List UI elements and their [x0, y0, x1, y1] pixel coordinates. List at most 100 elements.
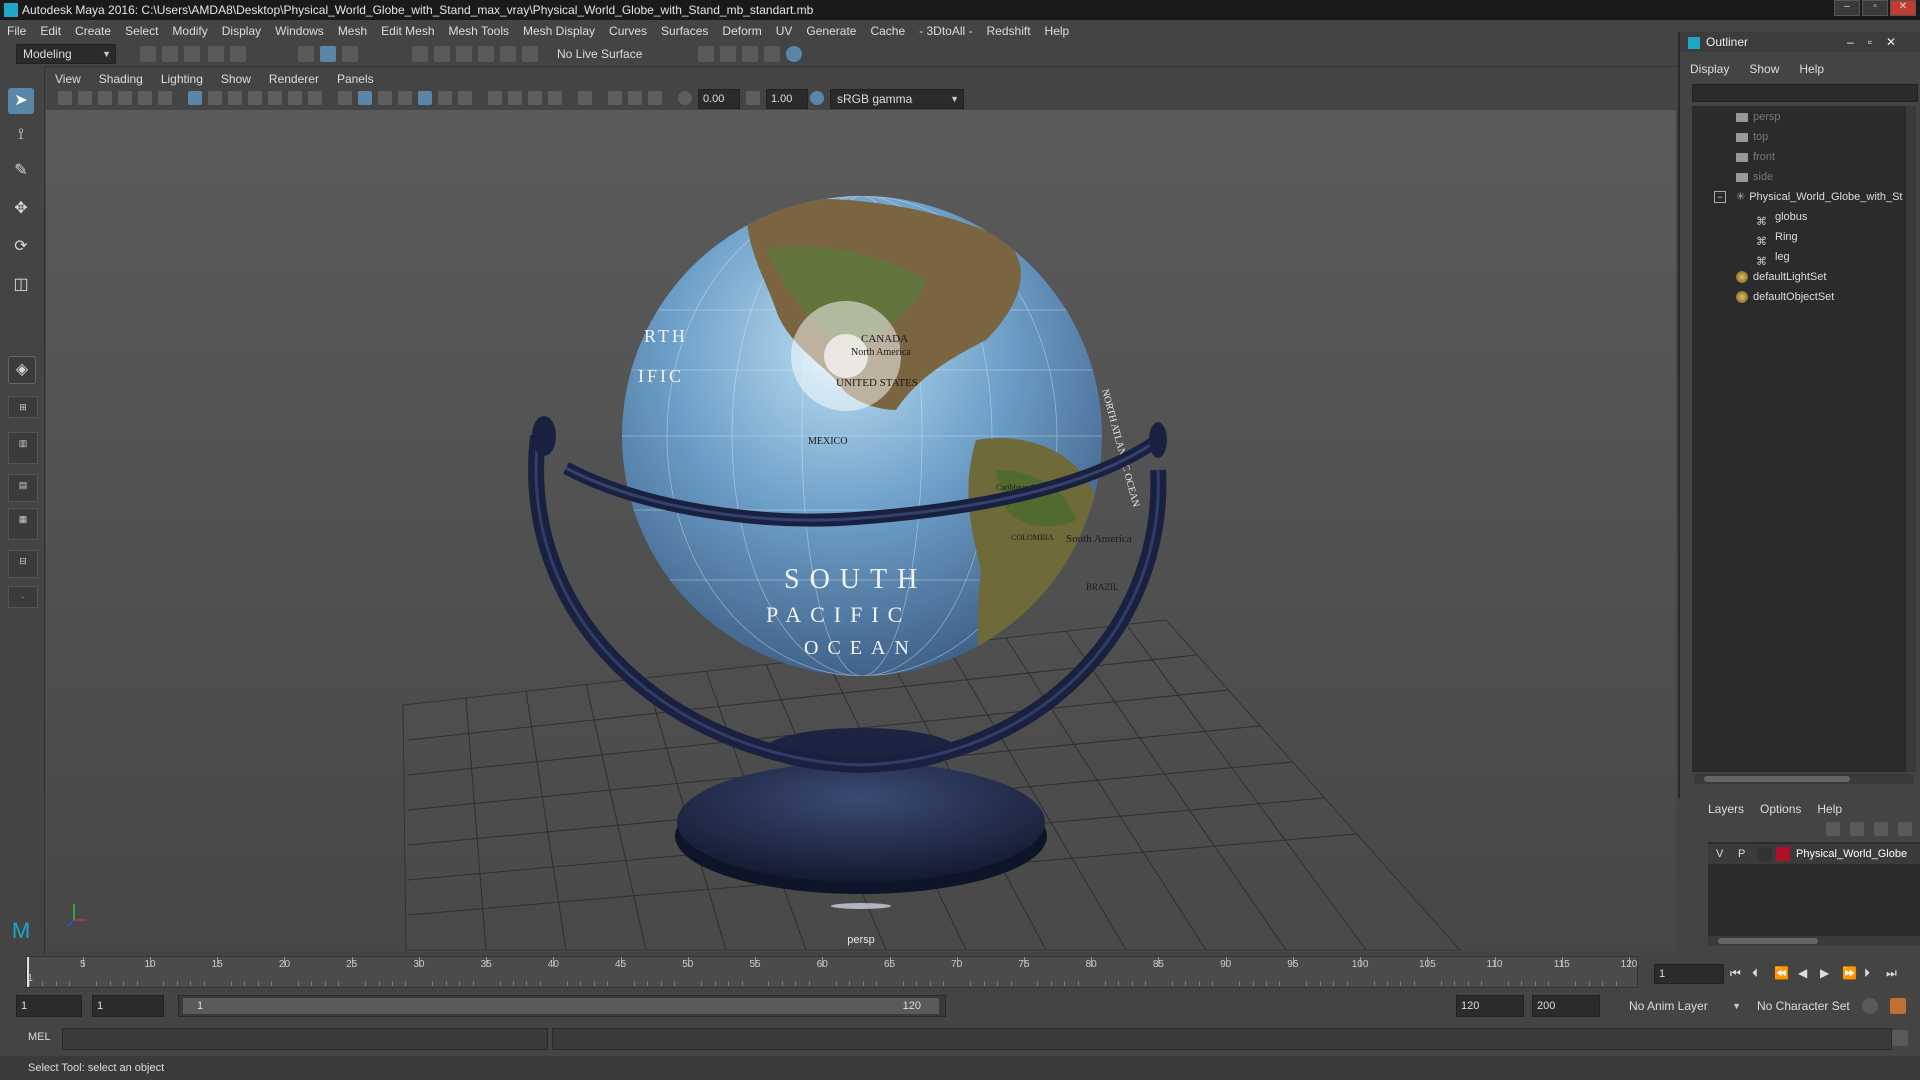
menu-generate[interactable]: Generate [799, 20, 863, 42]
xray-joints-icon[interactable] [628, 91, 642, 105]
move-layer-up-icon[interactable] [1826, 822, 1840, 836]
playback-end-field[interactable]: 120 [1456, 995, 1524, 1017]
outliner-item-default-light-set[interactable]: defaultLightSet [1736, 268, 1826, 286]
film-gate-icon[interactable] [208, 91, 222, 105]
depth-of-field-icon[interactable] [548, 91, 562, 105]
four-view-layout-icon[interactable]: ⊞ [8, 396, 38, 418]
grid-icon[interactable] [188, 91, 202, 105]
new-empty-layer-icon[interactable] [1874, 822, 1888, 836]
new-layer-selected-icon[interactable] [1898, 822, 1912, 836]
layer-menu-options[interactable]: Options [1752, 800, 1809, 818]
layer-visibility-toggle[interactable]: V [1716, 844, 1723, 864]
select-hierarchy-icon[interactable] [298, 46, 314, 62]
menu-deform[interactable]: Deform [715, 20, 768, 42]
step-forward-frame-icon[interactable]: ⏵ [1864, 966, 1870, 981]
go-to-end-icon[interactable]: ⏭ [1886, 966, 1897, 981]
menu-help[interactable]: Help [1038, 20, 1077, 42]
perspective-viewport[interactable]: CANADA North America UNITED STATES MEXIC… [46, 110, 1676, 952]
image-plane-icon[interactable] [118, 91, 132, 105]
minimize-button[interactable]: – [1834, 0, 1860, 16]
close-button[interactable]: ✕ [1890, 0, 1916, 16]
character-set-dropdown[interactable]: No Character Set [1750, 995, 1870, 1017]
outliner-item-persp[interactable]: persp [1736, 108, 1781, 126]
snap-curve-icon[interactable] [434, 46, 450, 62]
select-object-icon[interactable] [320, 46, 336, 62]
snap-vertex-icon[interactable] [522, 46, 538, 62]
live-surface-field[interactable]: No Live Surface [550, 44, 658, 64]
menu-select[interactable]: Select [118, 20, 165, 42]
play-backwards-icon[interactable]: ◀ [1798, 966, 1807, 980]
gamma-icon[interactable] [746, 91, 760, 105]
layer-menu-layers[interactable]: Layers [1700, 800, 1752, 818]
exposure-icon[interactable] [678, 91, 692, 105]
bookmark-icon[interactable] [98, 91, 112, 105]
color-space-dropdown[interactable]: sRGB gamma ▼ [830, 89, 964, 109]
graph-layout-icon[interactable]: ▦ [8, 508, 38, 540]
range-slider[interactable]: 1 120 [178, 995, 946, 1017]
outliner-item-default-object-set[interactable]: defaultObjectSet [1736, 288, 1834, 306]
step-forward-key-icon[interactable]: ⏩ [1842, 966, 1857, 980]
single-perspective-icon[interactable]: ◈ [8, 356, 36, 384]
smooth-shade-icon[interactable] [358, 91, 372, 105]
redo-icon[interactable] [230, 46, 246, 62]
motion-blur-icon[interactable] [508, 91, 522, 105]
outliner-item-globe-group[interactable]: − ✳ Physical_World_Globe_with_St [1714, 188, 1902, 206]
outliner-item-leg[interactable]: ⌘ leg [1756, 248, 1790, 268]
anim-layer-dropdown[interactable]: No Anim Layer ▼ [1622, 995, 1746, 1017]
playback-start-field[interactable]: 1 [92, 995, 164, 1017]
camera-attributes-icon[interactable] [78, 91, 92, 105]
outliner-vertical-scrollbar[interactable] [1906, 106, 1916, 772]
select-component-icon[interactable] [342, 46, 358, 62]
animation-start-field[interactable]: 1 [16, 995, 82, 1017]
grease-pencil-icon[interactable] [158, 91, 172, 105]
resolution-gate-icon[interactable] [228, 91, 242, 105]
exposure-field[interactable]: 0.00 [698, 89, 740, 109]
vp-menu-lighting[interactable]: Lighting [152, 70, 212, 88]
two-view-layout-icon[interactable]: ▥ [8, 432, 38, 464]
mode-dropdown[interactable]: Modeling ▼ [16, 44, 116, 64]
more-layouts-icon[interactable]: · [8, 586, 38, 608]
use-all-lights-icon[interactable] [438, 91, 452, 105]
menu-mesh[interactable]: Mesh [331, 20, 374, 42]
paint-select-icon[interactable]: ✎ [8, 158, 34, 184]
snap-point-icon[interactable] [456, 46, 472, 62]
scale-tool-icon[interactable]: ◫ [8, 272, 34, 298]
outliner-item-ring[interactable]: ⌘ Ring [1756, 228, 1798, 248]
xray-icon[interactable] [608, 91, 622, 105]
snap-view-icon[interactable] [478, 46, 494, 62]
vp-menu-panels[interactable]: Panels [328, 70, 383, 88]
vp-menu-renderer[interactable]: Renderer [260, 70, 328, 88]
isolate-select-icon[interactable] [578, 91, 592, 105]
lasso-tool-icon[interactable]: ⟟ [8, 122, 34, 148]
collapse-icon[interactable]: − [1714, 191, 1726, 204]
shadows-icon[interactable] [458, 91, 472, 105]
color-management-icon[interactable] [810, 91, 824, 105]
layer-color-swatch[interactable] [1776, 847, 1790, 861]
menu-windows[interactable]: Windows [268, 20, 331, 42]
menu-mesh-display[interactable]: Mesh Display [516, 20, 602, 42]
outliner-item-top[interactable]: top [1736, 128, 1768, 146]
custom-layout-icon[interactable]: ⊟ [8, 550, 38, 578]
outliner-item-front[interactable]: front [1736, 148, 1775, 166]
outliner-menu-show[interactable]: Show [1739, 60, 1789, 78]
xray-components-icon[interactable] [648, 91, 662, 105]
layer-horizontal-scrollbar[interactable] [1708, 936, 1920, 946]
layer-type-toggle[interactable] [1758, 847, 1772, 861]
menu-3dtoall[interactable]: - 3DtoAll - [912, 20, 979, 42]
menu-modify[interactable]: Modify [165, 20, 214, 42]
gamma-field[interactable]: 1.00 [766, 89, 808, 109]
maximize-button[interactable]: ▫ [1862, 0, 1888, 16]
time-ruler[interactable]: 1 5 10 15 20 25 30 35 40 45 50 55 60 65 70 75 80 85 90 95 1… [26, 956, 1638, 988]
animation-preferences-icon[interactable] [1890, 998, 1906, 1014]
outliner-menu-help[interactable]: Help [1789, 60, 1834, 78]
screen-space-ao-icon[interactable] [488, 91, 502, 105]
outliner-horizontal-scrollbar[interactable] [1694, 774, 1914, 784]
hypershade-icon[interactable] [786, 46, 802, 62]
menu-mesh-tools[interactable]: Mesh Tools [442, 20, 516, 42]
time-slider[interactable]: 1 5 10 15 20 25 30 35 40 45 50 55 60 65 70 75 80 85 90 95 1… [0, 954, 1920, 988]
menu-file[interactable]: File [0, 20, 33, 42]
script-language-label[interactable]: MEL [28, 1031, 51, 1043]
outliner-menu-display[interactable]: Display [1680, 60, 1739, 78]
render-settings-icon[interactable] [764, 46, 780, 62]
wireframe-on-shaded-icon[interactable] [398, 91, 412, 105]
